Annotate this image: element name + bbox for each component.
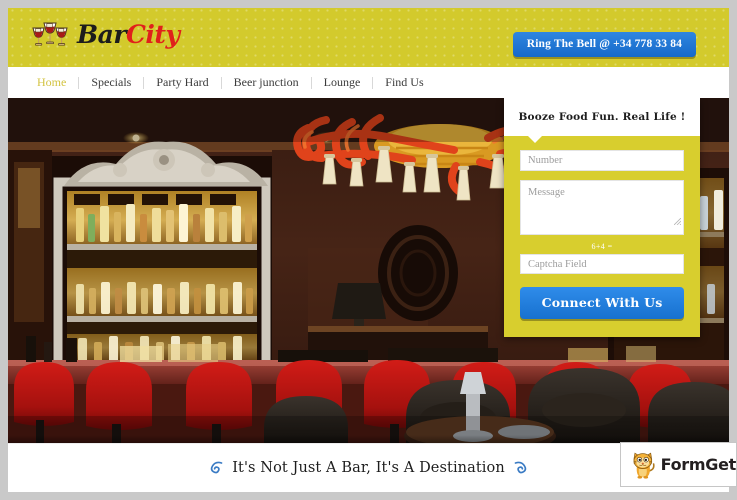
browser-screenshot: BarCity Ring The Bell @ +34 778 33 84 Ho… [0,0,737,500]
formget-brand-text: FormGet [660,455,737,474]
hero-banner: Booze Food Fun. Real Life ! 6+4 = Connec… [8,98,729,443]
form-header: Booze Food Fun. Real Life ! [504,98,700,143]
nav-item-beer-junction[interactable]: Beer junction [222,75,311,90]
site-logo[interactable]: BarCity [30,18,180,50]
number-input[interactable] [520,150,684,171]
message-wrapper [520,180,684,235]
captcha-input[interactable] [520,254,684,274]
wine-glasses-icon [32,22,68,46]
connect-with-us-button[interactable]: Connect With Us [520,287,684,319]
form-body: 6+4 = Connect With Us [504,136,700,337]
ring-the-bell-button[interactable]: Ring The Bell @ +34 778 33 84 [512,32,696,57]
nav-item-home[interactable]: Home [32,75,78,90]
site-header: BarCity Ring The Bell @ +34 778 33 84 [8,8,729,67]
logo-word-city: City [126,19,180,49]
page-canvas: BarCity Ring The Bell @ +34 778 33 84 Ho… [8,8,729,492]
nav-item-lounge[interactable]: Lounge [312,75,373,90]
logo-word-bar: Bar [77,19,127,49]
form-heading: Booze Food Fun. Real Life ! [518,111,686,123]
contact-form-panel: Booze Food Fun. Real Life ! 6+4 = Connec… [504,98,700,337]
nav-item-find-us[interactable]: Find Us [373,75,435,90]
message-textarea[interactable] [520,180,684,235]
formget-badge[interactable]: FormGet [620,442,737,487]
swirl-ornament-left-icon [210,461,223,474]
logo-wordmark: BarCity [77,19,180,49]
nav-item-party-hard[interactable]: Party Hard [144,75,220,90]
cat-mascot-icon [633,452,655,479]
swirl-ornament-right-icon [514,461,527,474]
nav-item-specials[interactable]: Specials [79,75,143,90]
main-navigation: Home Specials Party Hard Beer junction L… [8,67,729,98]
footer-tagline-text: It's Not Just A Bar, It's A Destination [232,459,505,476]
captcha-question: 6+4 = [591,242,613,251]
